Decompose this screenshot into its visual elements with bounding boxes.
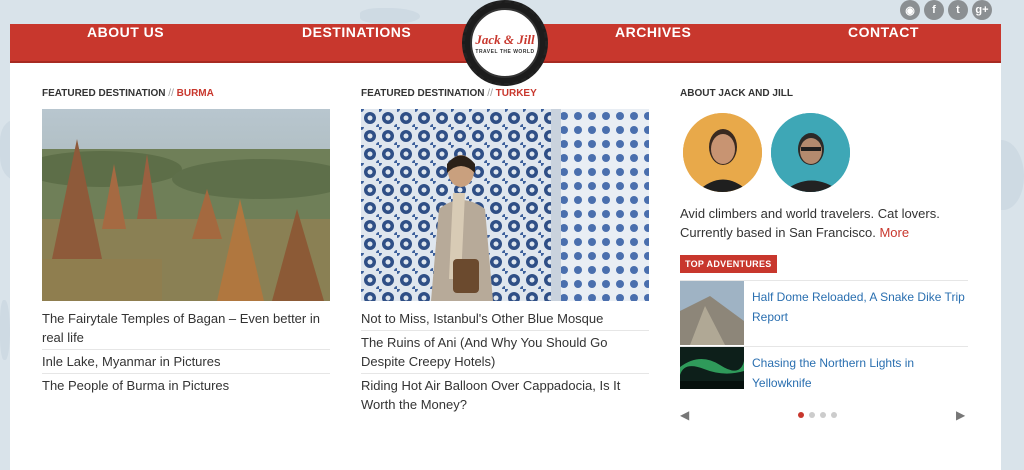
background-map-shape — [0, 300, 10, 360]
facebook-icon[interactable]: f — [924, 0, 944, 20]
carousel-next-icon[interactable]: ▶ — [956, 408, 965, 422]
list-item[interactable]: The Ruins of Ani (And Why You Should Go … — [361, 331, 649, 374]
avatar[interactable] — [771, 113, 850, 192]
heading-separator: // — [168, 88, 174, 99]
carousel-prev-icon[interactable]: ◀ — [680, 408, 689, 422]
carousel-dot[interactable] — [809, 412, 815, 418]
nav-about-us[interactable]: ABOUT US — [87, 24, 164, 61]
adventure-link[interactable]: Half Dome Reloaded, A Snake Dike Trip Re… — [752, 287, 967, 327]
list-item[interactable]: Half Dome Reloaded, A Snake Dike Trip Re… — [680, 280, 968, 345]
northern-lights-thumbnail[interactable] — [680, 347, 744, 389]
heading-separator: // — [487, 88, 493, 99]
nav-archives[interactable]: ARCHIVES — [615, 24, 691, 61]
background-map-shape — [360, 8, 420, 24]
list-item[interactable]: Riding Hot Air Balloon Over Cappadocia, … — [361, 374, 649, 416]
site-logo[interactable]: Jack & Jill TRAVEL THE WORLD — [462, 0, 548, 86]
nav-destinations[interactable]: DESTINATIONS — [302, 24, 411, 61]
list-item[interactable]: Not to Miss, Istanbul's Other Blue Mosqu… — [361, 307, 649, 331]
about-more-link[interactable]: More — [879, 225, 909, 240]
main-content: FEATURED DESTINATION // BURMA The Fairyt… — [10, 63, 1001, 470]
half-dome-thumbnail[interactable] — [680, 281, 744, 345]
logo-badge: Jack & Jill TRAVEL THE WORLD — [470, 8, 540, 78]
about-heading: ABOUT JACK AND JILL — [680, 88, 793, 99]
logo-subtitle: TRAVEL THE WORLD — [475, 48, 535, 55]
google-plus-icon[interactable]: g+ — [972, 0, 992, 20]
turkey-link-list: Not to Miss, Istanbul's Other Blue Mosqu… — [361, 307, 649, 416]
about-description: Avid climbers and world travelers. Cat l… — [680, 204, 980, 242]
nav-contact[interactable]: CONTACT — [848, 24, 919, 61]
logo-title: Jack & Jill — [475, 31, 535, 47]
adventure-link[interactable]: Chasing the Northern Lights in Yellowkni… — [752, 353, 967, 393]
carousel-dot[interactable] — [798, 412, 804, 418]
social-links: ◉ f t g+ — [900, 0, 992, 20]
twitter-icon[interactable]: t — [948, 0, 968, 20]
carousel-dots — [798, 412, 837, 418]
burma-link-list: The Fairytale Temples of Bagan – Even be… — [42, 307, 330, 397]
list-item[interactable]: The People of Burma in Pictures — [42, 374, 330, 397]
carousel-dot[interactable] — [820, 412, 826, 418]
featured-turkey-heading: FEATURED DESTINATION // TURKEY — [361, 88, 537, 99]
featured-place: BURMA — [176, 88, 214, 99]
istanbul-mosque-photo[interactable] — [361, 109, 649, 301]
avatar[interactable] — [683, 113, 762, 192]
featured-place: TURKEY — [495, 88, 537, 99]
list-item[interactable]: The Fairytale Temples of Bagan – Even be… — [42, 307, 330, 350]
list-item[interactable]: Chasing the Northern Lights in Yellowkni… — [680, 346, 968, 391]
featured-burma-heading: FEATURED DESTINATION // BURMA — [42, 88, 214, 99]
list-item[interactable]: Inle Lake, Myanmar in Pictures — [42, 350, 330, 374]
burma-temples-photo[interactable] — [42, 109, 330, 301]
rss-icon[interactable]: ◉ — [900, 0, 920, 20]
top-adventures-badge: TOP ADVENTURES — [680, 255, 777, 273]
carousel-dot[interactable] — [831, 412, 837, 418]
featured-label: FEATURED DESTINATION — [42, 88, 166, 99]
featured-label: FEATURED DESTINATION — [361, 88, 485, 99]
